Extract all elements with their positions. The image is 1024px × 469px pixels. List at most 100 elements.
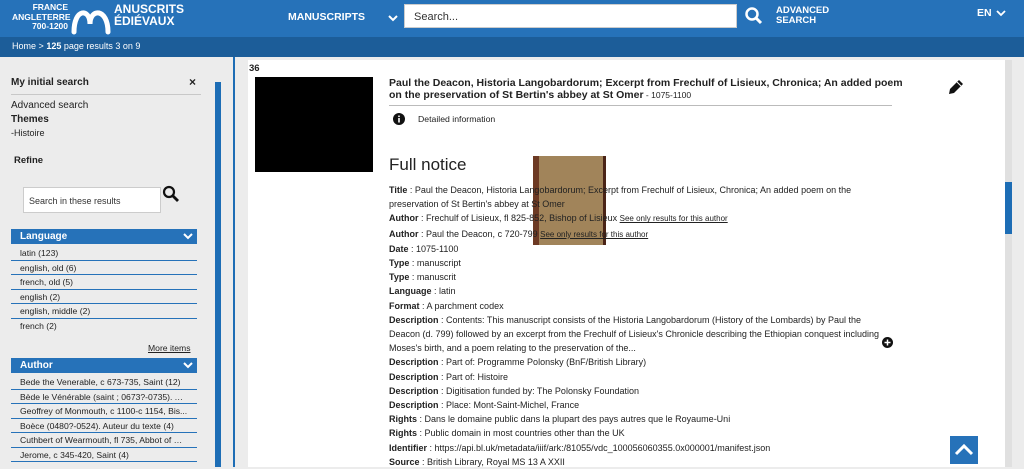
field-separator: : <box>438 400 447 411</box>
field-value: Digitisation funded by: The Polonsky Fou… <box>446 385 639 396</box>
notice-field: Author : Paul the Deacon, c 720-799 See … <box>389 227 894 242</box>
see-author-results-link[interactable]: See only results for this author <box>620 214 728 223</box>
facet-language-header[interactable]: Language <box>11 229 197 244</box>
nav-manuscripts[interactable]: MANUSCRIPTS <box>288 11 365 23</box>
record-date: - 1075-1100 <box>643 90 692 100</box>
facet-item[interactable]: Bède le Vénérable (saint ; 0673?-0735). … <box>11 390 197 404</box>
field-key: Description <box>389 400 439 411</box>
facet-item[interactable]: english, old (6) <box>11 261 197 275</box>
search-icon[interactable] <box>162 185 180 203</box>
field-key: Language <box>389 286 432 297</box>
facet-item[interactable]: french, old (5) <box>11 275 197 290</box>
logo-line: 700-1200 <box>32 21 68 31</box>
facet-item[interactable]: Bede the Venerable, c 673-735, Saint (12… <box>11 375 197 390</box>
expand-plus-icon[interactable] <box>882 337 893 348</box>
field-value: https://api.bl.uk/metadata/iiif/ark:/810… <box>434 442 771 453</box>
advanced-search-link[interactable]: ADVANCED SEARCH <box>776 6 829 26</box>
sidebar-scrollbar[interactable] <box>215 82 221 467</box>
field-key: Title <box>389 185 408 195</box>
facet-item[interactable]: Boèce (0480?-0524). Auteur du texte (4) <box>11 419 197 433</box>
chevron-down-icon[interactable] <box>183 231 193 241</box>
field-value: manuscrit <box>416 272 456 283</box>
refine-label: Refine <box>14 155 44 166</box>
field-separator: : <box>438 385 447 396</box>
notice-field: Rights : Dans le domaine public dans la … <box>389 412 894 426</box>
facet-item[interactable]: Jerome, c 345-420, Saint (4) <box>11 448 197 462</box>
info-icon[interactable] <box>393 113 405 125</box>
initial-search-title: My initial search <box>11 77 89 88</box>
record-number: 36 <box>249 63 260 74</box>
field-key: Rights <box>389 428 417 439</box>
field-separator: : <box>418 228 427 239</box>
field-value: British Library, Royal MS 13 A XXII <box>427 456 565 467</box>
chevron-down-icon[interactable] <box>996 8 1006 18</box>
field-value: Part of: Programme Polonsky (BnF/British… <box>446 357 647 368</box>
record-title[interactable]: Paul the Deacon, Historia Langobardorum;… <box>389 77 909 101</box>
chevron-down-icon[interactable] <box>387 12 399 24</box>
field-key: Author <box>389 228 419 239</box>
facet-item[interactable]: Cuthbert of Wearmouth, fl 735, Abbot of … <box>11 433 197 448</box>
field-separator: : <box>409 258 417 269</box>
field-key: Date <box>389 243 409 254</box>
manuscript-thumbnail[interactable] <box>255 77 606 245</box>
result-count: 125 <box>46 41 62 51</box>
back-to-top-icon[interactable] <box>950 436 978 464</box>
facet-author-header[interactable]: Author <box>11 358 197 373</box>
notice-field: Type : manuscript <box>389 256 894 270</box>
divider <box>11 94 201 95</box>
field-separator: : <box>438 357 447 368</box>
more-items-link[interactable]: More items <box>148 343 191 353</box>
refine-search-input[interactable]: Search in these results <box>23 187 161 213</box>
logo-m-icon[interactable] <box>70 2 114 35</box>
notice-field: Description : Part of: Programme Polonsk… <box>389 355 894 369</box>
notice-field: Description : Contents: This manuscript … <box>389 313 894 356</box>
facet-title: Language <box>20 231 68 242</box>
field-separator: : <box>417 428 425 439</box>
field-key: Author <box>389 213 419 224</box>
facet-title: Author <box>20 360 53 371</box>
field-value: Paul the Deacon, c 720-799 <box>426 228 538 239</box>
facet-item[interactable]: french (2) <box>11 319 197 334</box>
field-separator: : <box>407 185 415 195</box>
facet-author-list: Bede the Venerable, c 673-735, Saint (12… <box>11 375 197 462</box>
facet-item[interactable]: english, middle (2) <box>11 304 197 319</box>
notice-field: Format : A parchment codex <box>389 299 894 313</box>
field-key: Format <box>389 300 420 311</box>
chevron-down-icon[interactable] <box>183 360 193 370</box>
sidebar-advanced-search[interactable]: Advanced search <box>11 100 88 111</box>
notice-fields: Title : Paul the Deacon, Historia Langob… <box>389 183 894 469</box>
facet-item[interactable]: latin (123) <box>11 246 197 261</box>
field-separator: : <box>427 442 435 453</box>
detailed-information-link[interactable]: Detailed information <box>418 114 495 124</box>
field-key: Description <box>389 357 439 368</box>
notice-field: Identifier : https://api.bl.uk/metadata/… <box>389 441 894 455</box>
field-value: latin <box>439 286 456 297</box>
search-icon[interactable] <box>744 6 764 26</box>
close-icon[interactable]: × <box>189 75 196 89</box>
see-author-results-link[interactable]: See only results for this author <box>540 230 648 239</box>
language-selector[interactable]: EN <box>977 7 992 19</box>
notice-field: Date : 1075-1100 <box>389 242 894 256</box>
logo-text-left[interactable]: FRANCE ANGLETERRE 700-1200 <box>12 2 71 32</box>
field-value: 1075-1100 <box>416 243 459 254</box>
field-separator: : <box>417 414 425 425</box>
breadcrumb-separator: > <box>38 41 44 51</box>
notice-field: Type : manuscrit <box>389 270 894 284</box>
scrollbar-thumb[interactable] <box>1005 182 1012 234</box>
pencil-icon[interactable] <box>946 77 966 97</box>
facet-item[interactable]: Geoffrey of Monmouth, c 1100-c 1154, Bis… <box>11 404 197 419</box>
notice-field: Author : Frechulf of Lisieux, fl 825-852… <box>389 211 894 226</box>
facet-item[interactable]: english (2) <box>11 290 197 304</box>
field-key: Description <box>389 371 439 382</box>
field-key: Source <box>389 456 420 467</box>
logo-text-right[interactable]: ANUSCRITS ÉDIÉVAUX <box>114 3 184 27</box>
breadcrumb: Home > 125 page results 3 on 9 <box>0 37 1024 57</box>
field-value: Public domain in most countries other th… <box>424 428 625 439</box>
search-input[interactable]: Search... <box>404 4 737 28</box>
main-scrollbar[interactable] <box>1005 60 1012 467</box>
breadcrumb-home[interactable]: Home <box>12 41 36 51</box>
field-separator: : <box>409 272 417 283</box>
field-separator: : <box>438 314 447 325</box>
notice-field: Title : Paul the Deacon, Historia Langob… <box>389 183 894 211</box>
field-key: Type <box>389 258 410 269</box>
